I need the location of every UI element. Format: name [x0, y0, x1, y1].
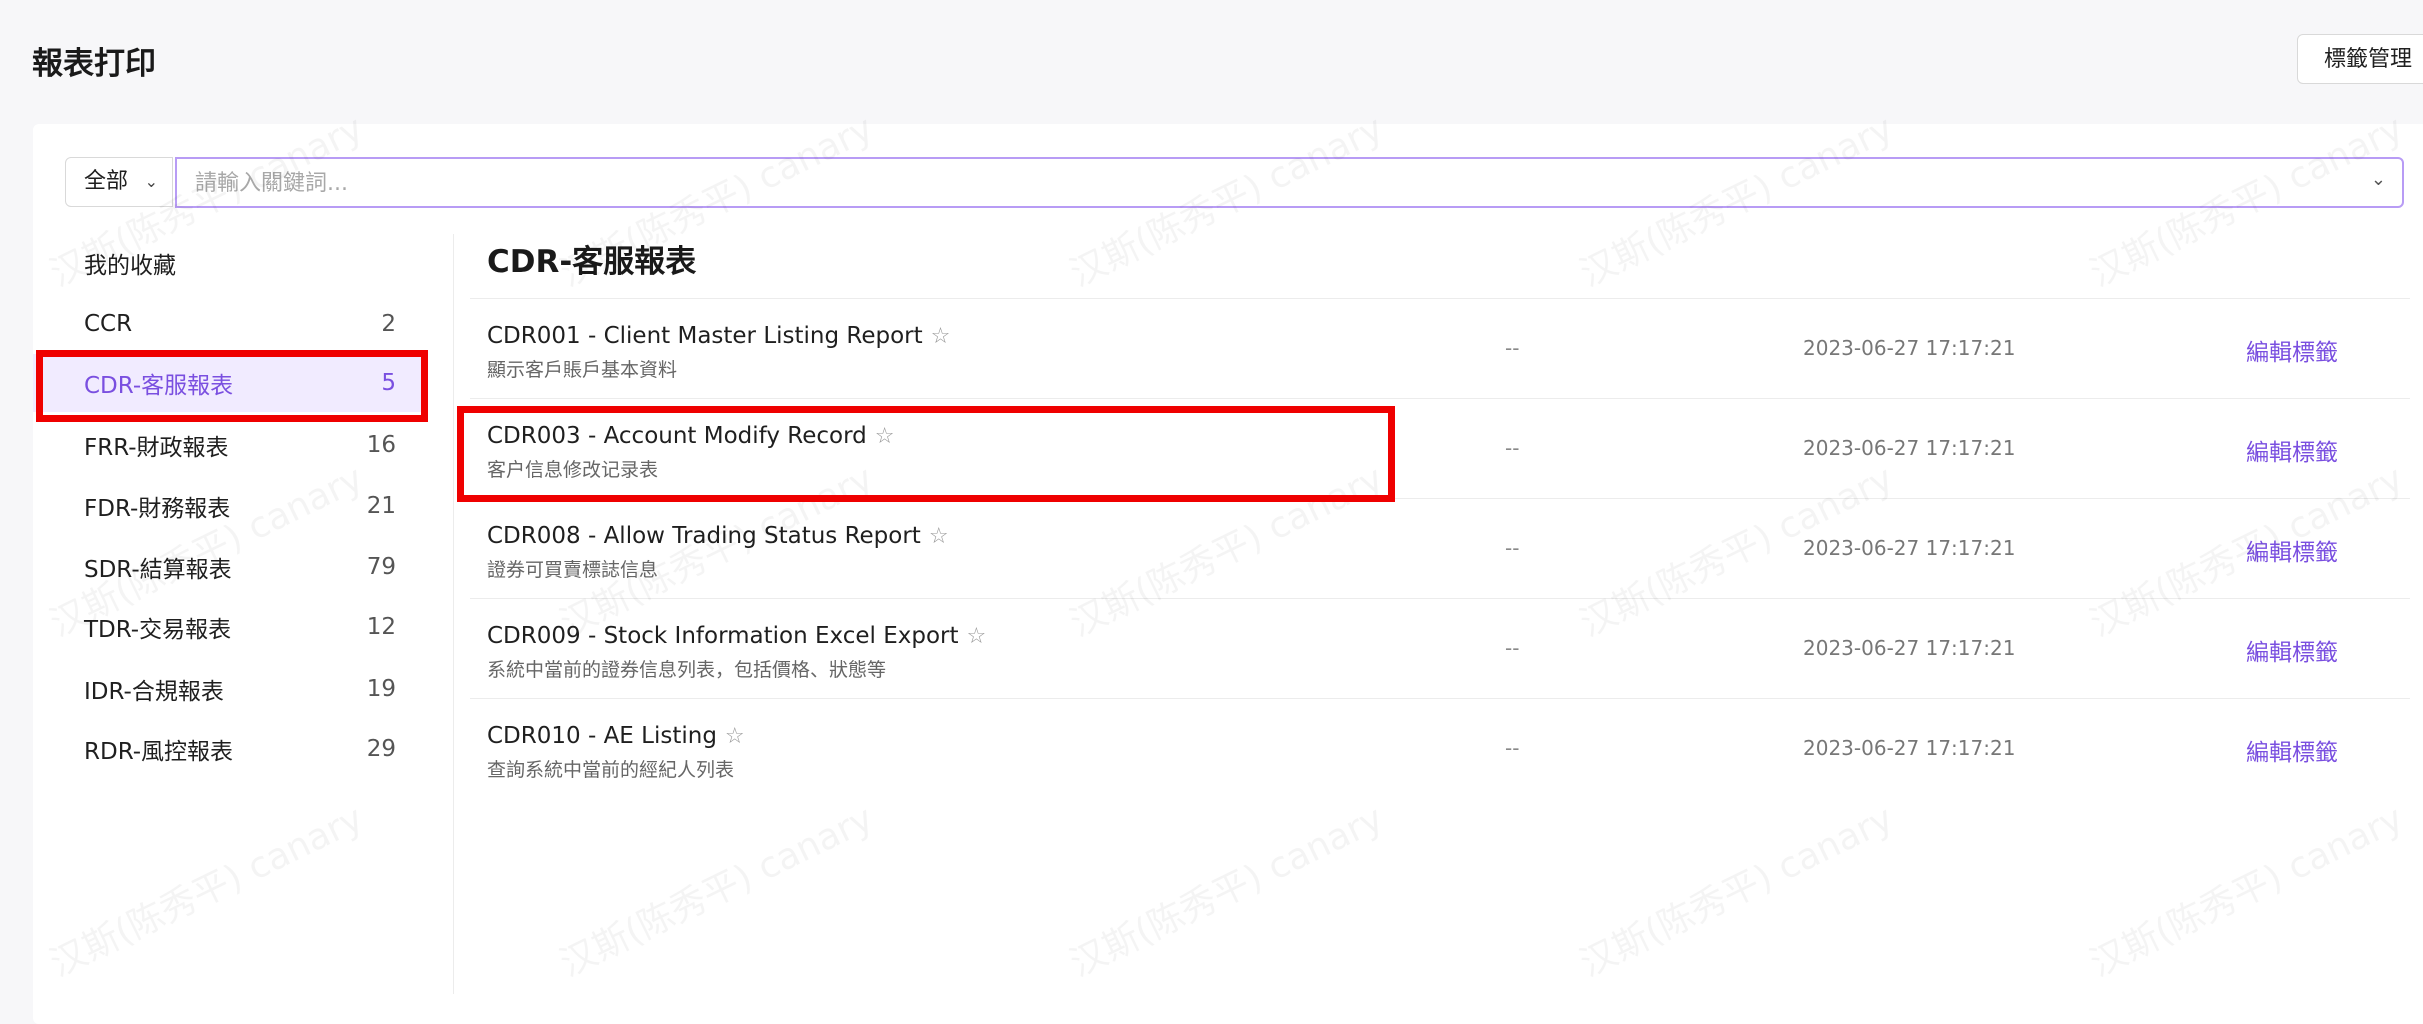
report-description: 系統中當前的證券信息列表，包括價格、狀態等 — [487, 659, 887, 681]
report-updated-time: 2023-06-27 17:17:21 — [1803, 536, 2016, 560]
sidebar-item-label: RDR-風控報表 — [84, 739, 234, 765]
page-title: 報表打印 — [32, 46, 156, 82]
edit-tags-link[interactable]: 編輯標籤 — [2246, 733, 2338, 767]
sidebar-item-count: 79 — [366, 554, 396, 580]
report-name[interactable]: CDR001 - Client Master Listing Report — [487, 323, 923, 349]
sidebar-item-favorites[interactable]: 我的收藏 — [33, 234, 424, 292]
edit-tags-link[interactable]: 編輯標籤 — [2246, 533, 2338, 567]
report-tags: -- — [1505, 436, 1520, 460]
report-name[interactable]: CDR009 - Stock Information Excel Export — [487, 623, 959, 649]
star-icon[interactable]: ☆ — [725, 724, 745, 749]
sidebar-item-ccr[interactable]: CCR 2 — [33, 295, 424, 353]
report-updated-time: 2023-06-27 17:17:21 — [1803, 336, 2016, 360]
report-row[interactable]: CDR008 - Allow Trading Status Report ☆ 證… — [470, 498, 2410, 598]
section-title: CDR-客服報表 — [487, 244, 697, 280]
report-tags: -- — [1505, 736, 1520, 760]
highlight-box-report — [457, 406, 1395, 502]
sidebar-item-label: FRR-財政報表 — [84, 435, 229, 461]
star-icon[interactable]: ☆ — [931, 324, 951, 349]
report-name[interactable]: CDR008 - Allow Trading Status Report — [487, 523, 921, 549]
report-tags: -- — [1505, 636, 1520, 660]
sidebar-item-count: 21 — [366, 493, 396, 519]
edit-tags-link[interactable]: 編輯標籤 — [2246, 633, 2338, 667]
report-tags: -- — [1505, 536, 1520, 560]
sidebar-item-rdr[interactable]: RDR-風控報表 29 — [33, 720, 424, 778]
edit-tags-link[interactable]: 編輯標籤 — [2246, 433, 2338, 467]
sidebar-item-label: CCR — [84, 311, 133, 337]
search-input[interactable] — [177, 159, 2347, 208]
sidebar-item-idr[interactable]: IDR-合規報表 19 — [33, 660, 424, 718]
report-updated-time: 2023-06-27 17:17:21 — [1803, 436, 2016, 460]
search-box[interactable]: ⌄ — [175, 157, 2404, 208]
sidebar-divider — [453, 234, 454, 994]
scope-select-value: 全部 — [84, 169, 129, 194]
report-name[interactable]: CDR010 - AE Listing — [487, 723, 717, 749]
star-icon[interactable]: ☆ — [967, 624, 987, 649]
star-icon[interactable]: ☆ — [929, 524, 949, 549]
sidebar-item-count: 16 — [366, 432, 396, 458]
report-row[interactable]: CDR009 - Stock Information Excel Export … — [470, 598, 2410, 698]
sidebar-item-label: FDR-財務報表 — [84, 496, 231, 522]
report-description: 證券可買賣標誌信息 — [487, 559, 659, 581]
report-tags: -- — [1505, 336, 1520, 360]
sidebar-item-count: 2 — [381, 311, 396, 337]
edit-tags-link[interactable]: 編輯標籤 — [2246, 333, 2338, 367]
sidebar-item-label: TDR-交易報表 — [84, 617, 232, 643]
sidebar-item-label: 我的收藏 — [84, 253, 176, 279]
scope-select[interactable]: 全部 ⌄ — [65, 157, 173, 207]
report-updated-time: 2023-06-27 17:17:21 — [1803, 736, 2016, 760]
report-row[interactable]: CDR010 - AE Listing ☆ 查詢系統中當前的經紀人列表 -- 2… — [470, 698, 2410, 798]
sidebar-item-frr[interactable]: FRR-財政報表 16 — [33, 416, 424, 474]
report-description: 查詢系統中當前的經紀人列表 — [487, 759, 735, 781]
chevron-down-icon[interactable]: ⌄ — [2371, 169, 2386, 190]
tag-manage-button[interactable]: 標籤管理 — [2297, 34, 2423, 84]
sidebar-item-count: 19 — [366, 676, 396, 702]
report-updated-time: 2023-06-27 17:17:21 — [1803, 636, 2016, 660]
highlight-box-sidebar — [36, 350, 428, 422]
chevron-down-icon: ⌄ — [144, 172, 158, 191]
report-description: 顯示客戶賬戶基本資料 — [487, 359, 678, 381]
report-list: CDR001 - Client Master Listing Report ☆ … — [470, 298, 2410, 798]
sidebar-item-tdr[interactable]: TDR-交易報表 12 — [33, 598, 424, 656]
report-row[interactable]: CDR001 - Client Master Listing Report ☆ … — [470, 298, 2410, 398]
sidebar-item-count: 29 — [366, 736, 396, 762]
sidebar-item-count: 12 — [366, 614, 396, 640]
sidebar-item-label: IDR-合規報表 — [84, 679, 224, 705]
sidebar-item-fdr[interactable]: FDR-財務報表 21 — [33, 477, 424, 535]
sidebar-item-label: SDR-結算報表 — [84, 557, 232, 583]
sidebar-item-sdr[interactable]: SDR-結算報表 79 — [33, 538, 424, 596]
